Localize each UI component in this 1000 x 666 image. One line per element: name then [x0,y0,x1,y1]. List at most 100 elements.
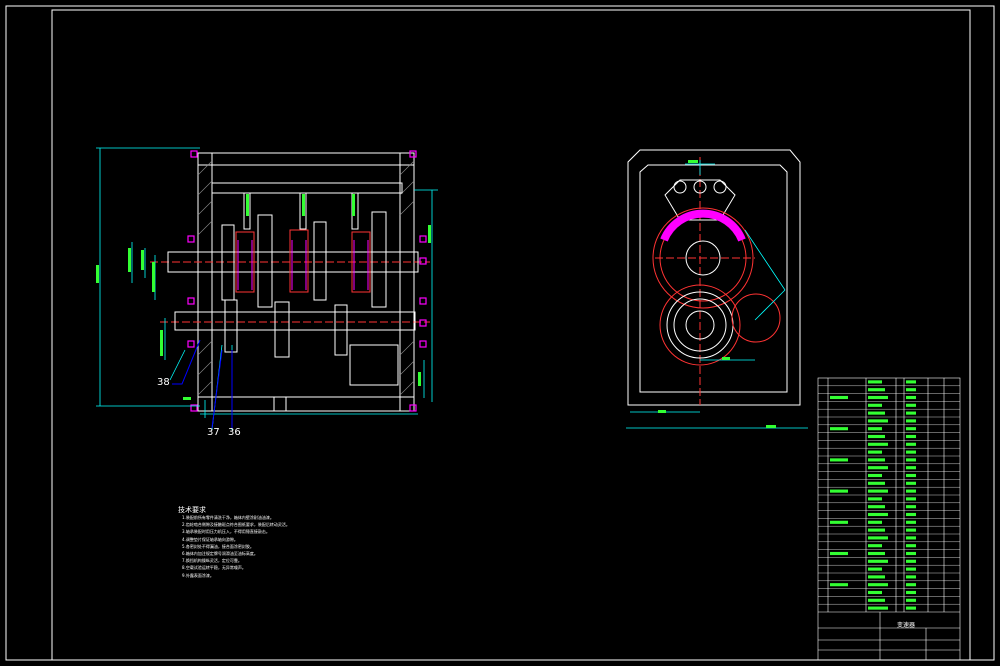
parts-list-cell-mark [868,442,888,446]
parts-list-cell-mark [906,551,916,556]
parts-list-cell-mark [906,536,916,540]
parts-list-cell-mark [868,520,882,524]
parts-list-cell-mark [906,512,916,517]
callout-36: 36 [228,427,241,438]
bolt-right-1 [419,235,427,243]
gear-upper-3 [313,221,327,301]
callout-leader-38 [172,339,201,385]
gearbox-section-view [96,147,438,431]
bolt-top-left [190,150,198,158]
parts-list-cell-mark [906,395,916,400]
housing-left-wall [197,152,213,412]
parts-list-cell-mark [868,411,885,415]
parts-list-cell-mark [906,450,916,454]
requirement-line: 7.换挡机构操纵灵活，定位可靠。 [182,558,242,564]
parts-list-cell-mark [906,388,916,392]
technical-requirements-list: 1.装配前所有零件清洗干净，箱体内壁涂耐油油漆。 2.齿轮啮合侧隙及接触斑点符合… [182,514,290,579]
parts-list-cell-mark [906,590,916,595]
requirement-line: 8.空载试验运转平稳，无异常噪声。 [182,565,246,571]
parts-list-cell-mark [868,489,888,493]
parts-list-cell-mark [868,559,888,563]
parts-list-cell-mark [830,489,848,493]
parts-list-cell-mark [906,606,916,610]
requirement-line: 9.外露表面涂漆。 [182,572,214,578]
requirement-line: 5.各密封处不得漏油，接合面涂密封胶。 [182,543,254,549]
parts-list-cell-mark [868,481,885,485]
parts-list-cell-mark [868,583,888,587]
parts-list-cell-mark [868,598,885,602]
parts-list-cell-mark [906,544,916,548]
drain-plug [273,396,287,412]
gearbox-side-view [626,149,808,429]
bolt-right-4 [419,319,427,327]
parts-list-cell-mark [868,575,885,579]
parts-list-cell-mark [906,559,916,563]
parts-list-cell-mark [906,411,916,415]
bolt-left-1 [187,235,195,243]
parts-list-cell-mark [906,442,916,446]
parts-list-cell-mark [868,466,888,470]
parts-list-cell-mark [906,505,916,509]
callout-37: 37 [207,427,220,438]
parts-list-cell-mark [868,606,888,610]
housing-bottom-wall [197,396,415,412]
bolt-top-right [409,150,417,158]
parts-list-cell-mark [868,395,888,400]
requirement-line: 1.装配前所有零件清洗干净，箱体内壁涂耐油油漆。 [182,515,274,520]
synchronizer-2 [289,229,309,293]
callout-38: 38 [157,377,170,388]
parts-list-cell-mark [906,528,916,532]
gear-upper-4 [371,211,387,308]
cad-drawing-canvas [5,5,995,661]
requirement-line: 2.齿轮啮合侧隙及接触斑点符合图纸要求，装配后转动灵活。 [182,522,290,528]
parts-list-cell-mark [906,583,916,587]
parts-list-cell-mark [868,505,885,509]
parts-list-cell-mark [868,512,888,517]
parts-list-cell-mark [868,434,885,439]
parts-list-cell-mark [868,567,882,571]
parts-list-cell-mark [906,403,916,407]
bolt-left-2 [187,297,195,305]
parts-list-cell-mark [906,598,916,602]
callout-leader-37 [211,349,223,429]
selector-pin-1 [673,180,687,194]
requirement-line: 4.调整垫片保证轴承轴向游隙。 [182,536,238,542]
parts-list-cell-mark [906,466,916,470]
parts-list-cell-mark [906,567,916,571]
parts-list-table [817,377,961,661]
bolt-bottom-right [409,404,417,412]
title-block-name: 变速器 [897,622,916,629]
parts-list-cell-mark [906,380,916,384]
parts-list-cell-mark [868,551,885,556]
parts-list-cell-mark [868,590,882,595]
parts-list-cell-mark [906,489,916,493]
gear-upper-2 [257,214,273,308]
parts-list-cell-mark [830,583,848,587]
parts-list-cell-mark [868,450,882,454]
parts-list-cell-mark [868,536,888,540]
parts-list-cell-mark [868,544,882,548]
parts-list-cell-mark [906,427,916,431]
parts-list-cell-mark [906,434,916,439]
parts-list-cell-mark [830,458,848,462]
parts-list-cell-mark [906,520,916,524]
parts-list-cell-mark [868,427,882,431]
housing-top-wall [197,152,415,166]
parts-list-cell-mark [868,380,882,384]
requirement-line: 3.轴承装配时用压力机压入，不得用锤直接敲击。 [182,529,270,535]
requirement-line: 6.箱体内加注规定牌号润滑油至油标高度。 [182,551,258,557]
synchronizer-ring-arc [660,209,746,242]
bolt-right-3 [419,297,427,305]
sheet-outer-frame [5,5,995,661]
parts-list-cell-mark [868,403,882,407]
parts-list-cell-mark [830,395,848,400]
parts-list-cell-mark [906,458,916,462]
output-gear [349,344,399,386]
parts-list-cell-mark [906,419,916,423]
gear-lower-1 [224,299,238,353]
shift-rail [211,182,403,194]
parts-list-cell-mark [906,497,916,501]
parts-list-cell-mark [830,520,848,524]
parts-list-cell-mark [906,473,916,478]
bolt-right-2 [419,257,427,265]
